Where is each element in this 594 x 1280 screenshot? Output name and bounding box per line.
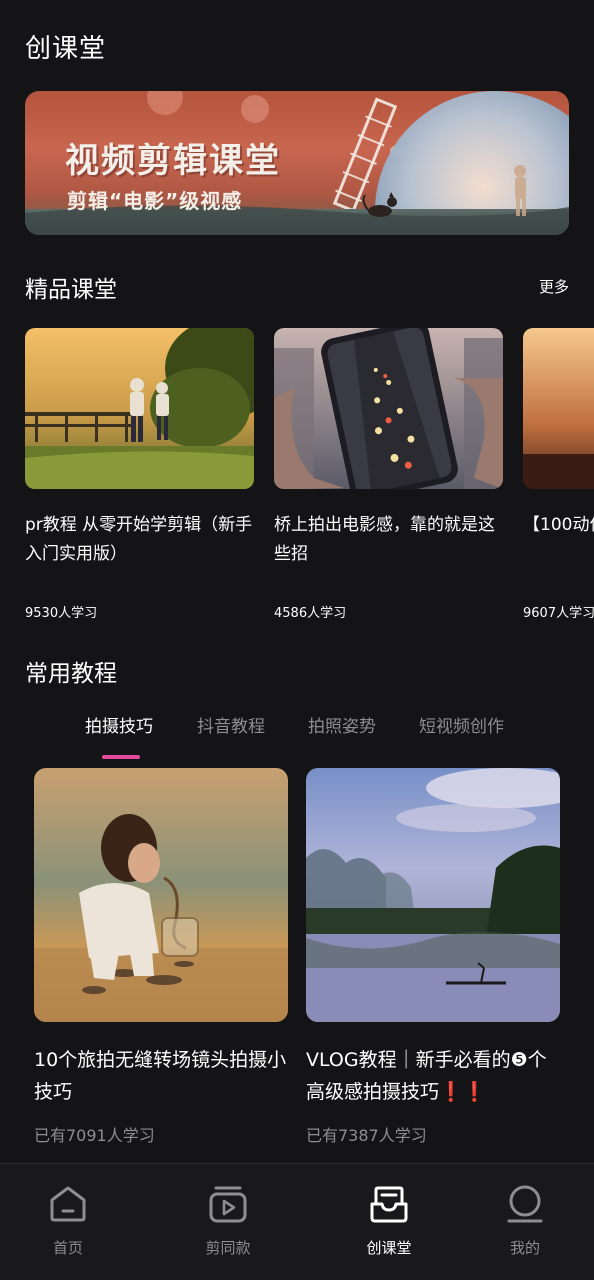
nav-item-profile[interactable]: 我的	[465, 1164, 585, 1280]
tab-photo-poses[interactable]: 拍照姿势	[308, 712, 376, 737]
nav-label: 首页	[52, 1239, 83, 1257]
course-thumbnail	[523, 328, 594, 489]
tutorial-learners: 已有7387人学习	[306, 1126, 427, 1145]
nav-item-classroom[interactable]: 创课堂	[329, 1164, 449, 1280]
template-play-icon	[209, 1186, 247, 1223]
nav-item-home[interactable]: 首页	[8, 1164, 128, 1280]
course-learners: 9607人学习	[523, 606, 594, 621]
tab-douyin-tutorial[interactable]: 抖音教程	[197, 712, 265, 737]
tutorial-card[interactable]: 10个旅拍无缝转场镜头拍摄小技巧 已有7091人学习	[34, 768, 288, 1146]
home-icon	[50, 1186, 86, 1222]
app-screen: 创课堂 视频剪辑课堂 剪辑“电影”级视感 精品课堂 更多 pr教程 从零开始学剪…	[0, 0, 594, 1280]
course-title: 桥上拍出电影感，靠的就是这些招	[274, 515, 495, 564]
nav-label: 我的	[509, 1239, 540, 1257]
tutorial-tabs: 拍摄技巧 抖音教程 拍照姿势 短视频创作	[0, 708, 594, 760]
profile-icon	[507, 1185, 543, 1223]
tutorial-card[interactable]: VLOG教程｜新手必看的❺个高级感拍摄技巧❗❗ 已有7387人学习	[306, 768, 560, 1146]
banner-subtitle: 剪辑“电影”级视感	[67, 189, 243, 213]
course-thumbnail	[25, 328, 254, 489]
tab-short-video-creation[interactable]: 短视频创作	[419, 712, 504, 737]
classroom-icon	[370, 1186, 408, 1223]
common-section-title: 常用教程	[25, 661, 117, 687]
tutorial-title: 10个旅拍无缝转场镜头拍摄小技巧	[34, 1049, 287, 1103]
tab-shooting-tips[interactable]: 拍摄技巧	[85, 712, 153, 737]
course-thumbnail	[274, 328, 503, 489]
course-learners: 4586人学习	[274, 606, 347, 621]
premium-section-title: 精品课堂	[25, 277, 117, 303]
banner-title: 视频剪辑课堂	[65, 141, 281, 181]
tutorial-learners: 已有7091人学习	[34, 1126, 155, 1145]
page-title: 创课堂	[25, 34, 107, 64]
premium-course-card[interactable]: 桥上拍出电影感，靠的就是这些招 4586人学习	[274, 328, 503, 621]
bottom-navigation: 首页 剪同款 创课堂 我的	[0, 1163, 594, 1280]
tutorial-title: VLOG教程｜新手必看的❺个高级感拍摄技巧❗❗	[306, 1049, 547, 1103]
more-link[interactable]: 更多	[539, 276, 569, 297]
course-title: 【100动作?来啦	[523, 515, 594, 535]
course-learners: 9530人学习	[25, 606, 98, 621]
nav-item-templates[interactable]: 剪同款	[168, 1164, 288, 1280]
nav-label: 剪同款	[205, 1239, 251, 1257]
premium-course-carousel[interactable]: pr教程 从零开始学剪辑（新手入门实用版） 9530人学习 桥上拍出电影感，靠的…	[25, 328, 594, 628]
promo-banner[interactable]: 视频剪辑课堂 剪辑“电影”级视感	[25, 91, 569, 235]
premium-course-card[interactable]: pr教程 从零开始学剪辑（新手入门实用版） 9530人学习	[25, 328, 254, 621]
tutorial-thumbnail	[34, 768, 288, 1022]
nav-label: 创课堂	[366, 1239, 412, 1257]
premium-course-card[interactable]: 【100动作?来啦 9607人学习	[523, 328, 594, 621]
active-tab-indicator	[102, 755, 140, 759]
course-title: pr教程 从零开始学剪辑（新手入门实用版）	[25, 515, 253, 564]
tutorial-thumbnail	[306, 768, 560, 1022]
